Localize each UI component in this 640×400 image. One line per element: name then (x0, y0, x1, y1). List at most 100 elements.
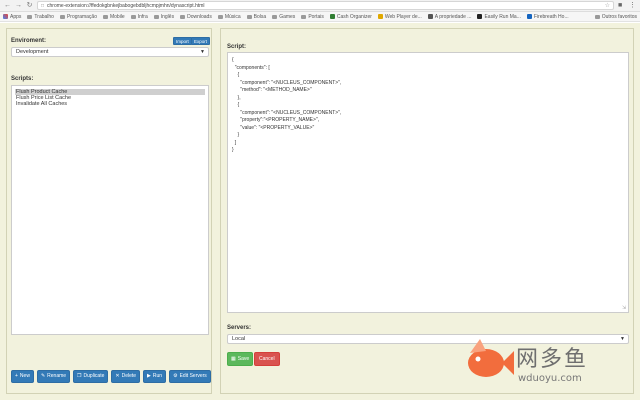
bookmark-item[interactable]: Inglês (153, 14, 174, 20)
bookmark-item[interactable]: Firebreath Ho... (526, 14, 569, 20)
pencil-icon: ✎ (40, 373, 46, 379)
code-line: } (232, 132, 240, 138)
new-button[interactable]: + New (11, 370, 34, 383)
caret-down-icon: ▼ (200, 49, 205, 55)
reload-icon[interactable]: ↻ (26, 2, 33, 9)
bookmark-label: Infra (137, 13, 148, 20)
save-icon: ▦ (231, 356, 236, 362)
bookmark-item[interactable]: Portais (301, 14, 324, 20)
resize-handle-icon[interactable]: ⇲ (622, 306, 627, 311)
code-line: "component": "<NUCLEUS_COMPONENT>", (232, 109, 342, 116)
watermark: 网多鱼 wduoyu.com (456, 333, 636, 400)
fish-logo-icon (468, 339, 514, 377)
watermark-text: 网多鱼 (516, 347, 589, 372)
extension-icon[interactable]: ■ (618, 2, 625, 9)
code-line: } (232, 147, 234, 153)
code-line: "method": "<METHOD_NAME>" (232, 87, 312, 93)
scripts-list[interactable]: Flush Product Cache Flush Price List Cac… (11, 85, 209, 335)
bookmark-item[interactable]: Programação (59, 13, 97, 20)
bookmark-item[interactable]: A propriedade ... (427, 13, 472, 20)
save-label: Save (237, 356, 250, 362)
folder-icon (272, 14, 278, 19)
bookmark-item[interactable]: Apps (3, 14, 21, 20)
other-bookmarks[interactable]: Outros favoritos (594, 13, 637, 20)
code-line: "components": [ (232, 64, 270, 71)
dynascript-app: Enviroment: Import Export Development ▼ … (0, 23, 640, 400)
folder-icon (102, 14, 108, 19)
forward-icon[interactable]: → (15, 2, 22, 9)
script-item[interactable]: Invalidate All Caches (15, 101, 205, 107)
script-editor[interactable]: { "components": [ { "component": "<NUCLE… (227, 52, 629, 313)
export-button[interactable]: Export (191, 37, 211, 45)
bookmark-item[interactable]: Trabalho (27, 14, 54, 20)
environment-select[interactable]: Development ▼ (11, 47, 209, 57)
bookmark-label: A propriedade ... (434, 13, 472, 20)
bookmark-label: Web Player de... (384, 13, 422, 20)
run-label: Run (152, 373, 163, 379)
bookmark-item[interactable]: Web Player de... (377, 13, 422, 20)
close-icon: ✕ (115, 373, 120, 379)
code-line: { (232, 57, 234, 63)
bookmark-label: Easily Run Ma... (484, 13, 521, 20)
rename-label: Rename (47, 373, 67, 379)
folder-icon (217, 14, 223, 19)
bookmark-item[interactable]: Mobile (102, 13, 125, 20)
import-button[interactable]: Import (173, 37, 192, 45)
url-text: chrome-extension://ffedokgbnkejbabogebdb… (47, 2, 205, 9)
bookmark-item[interactable]: Games (272, 14, 295, 20)
folder-icon (180, 14, 186, 19)
address-bar[interactable]: □ chrome-extension://ffedokgbnkejbabogeb… (37, 1, 614, 10)
site-favicon-icon (377, 14, 383, 19)
code-line: { (232, 102, 240, 108)
site-favicon-icon (427, 14, 433, 19)
plus-icon: + (15, 373, 18, 379)
bookmark-label: Mobile (109, 13, 125, 20)
script-label: Script: (227, 44, 247, 50)
play-icon: ▶ (147, 373, 151, 379)
edit-servers-label: Edit Servers (179, 373, 207, 379)
delete-button[interactable]: ✕ Delete (111, 370, 141, 383)
duplicate-button[interactable]: ❐ Duplicate (73, 370, 109, 383)
other-bookmarks-label: Outros favoritos (601, 13, 637, 20)
star-icon[interactable]: ☆ (605, 2, 610, 9)
left-panel: Enviroment: Import Export Development ▼ … (6, 28, 212, 394)
bookmark-label: Música (224, 13, 241, 20)
bookmark-label: Portais (308, 13, 324, 20)
folder-icon (59, 14, 65, 19)
site-favicon-icon (526, 14, 532, 19)
browser-toolbar: ← → ↻ □ chrome-extension://ffedokgbnkejb… (0, 0, 640, 12)
folder-icon (130, 14, 136, 19)
folder-icon (153, 14, 159, 19)
environment-value: Development (16, 49, 49, 55)
cancel-button[interactable]: Cancel (254, 352, 280, 366)
watermark-domain: wduoyu.com (518, 373, 582, 384)
back-icon[interactable]: ← (4, 2, 11, 9)
servers-value: Local (232, 336, 246, 342)
bookmark-item[interactable]: Bolsa (246, 14, 266, 20)
bookmark-item[interactable]: Infra (130, 13, 148, 20)
bookmark-item[interactable]: Downloads (180, 14, 212, 20)
copy-icon: ❐ (77, 373, 82, 379)
script-actions: + New ✎ Rename ❐ Duplicate ✕ Delete ▶ Ru… (11, 370, 211, 383)
save-button[interactable]: ▦ Save (227, 352, 254, 366)
code-line: ] (232, 139, 237, 146)
bookmark-label: Programação (66, 13, 97, 20)
scripts-label: Scripts: (11, 76, 34, 82)
bookmark-item[interactable]: Cash Organizer (329, 14, 372, 20)
site-favicon-icon (477, 14, 483, 19)
code-line: "value": "<PROPERTY_VALUE>" (232, 124, 315, 131)
page-icon: □ (41, 2, 45, 9)
code-line: "property":"<PROPERTY_NAME>", (232, 117, 320, 123)
bookmark-item[interactable]: Música (217, 13, 241, 20)
site-favicon-icon (329, 14, 335, 19)
rename-button[interactable]: ✎ Rename (36, 370, 71, 383)
code-line: "component": "<NUCLEUS_COMPONENT>", (232, 79, 342, 86)
new-label: New (19, 373, 30, 379)
menu-icon[interactable]: ⋮ (629, 2, 636, 9)
bookmark-label: Games (279, 13, 296, 20)
edit-servers-button[interactable]: ⚙ Edit Servers (169, 370, 211, 383)
code-line: { (232, 72, 240, 78)
folder-icon (27, 14, 33, 19)
bookmark-item[interactable]: Easily Run Ma... (477, 13, 521, 20)
run-button[interactable]: ▶ Run (143, 370, 167, 383)
